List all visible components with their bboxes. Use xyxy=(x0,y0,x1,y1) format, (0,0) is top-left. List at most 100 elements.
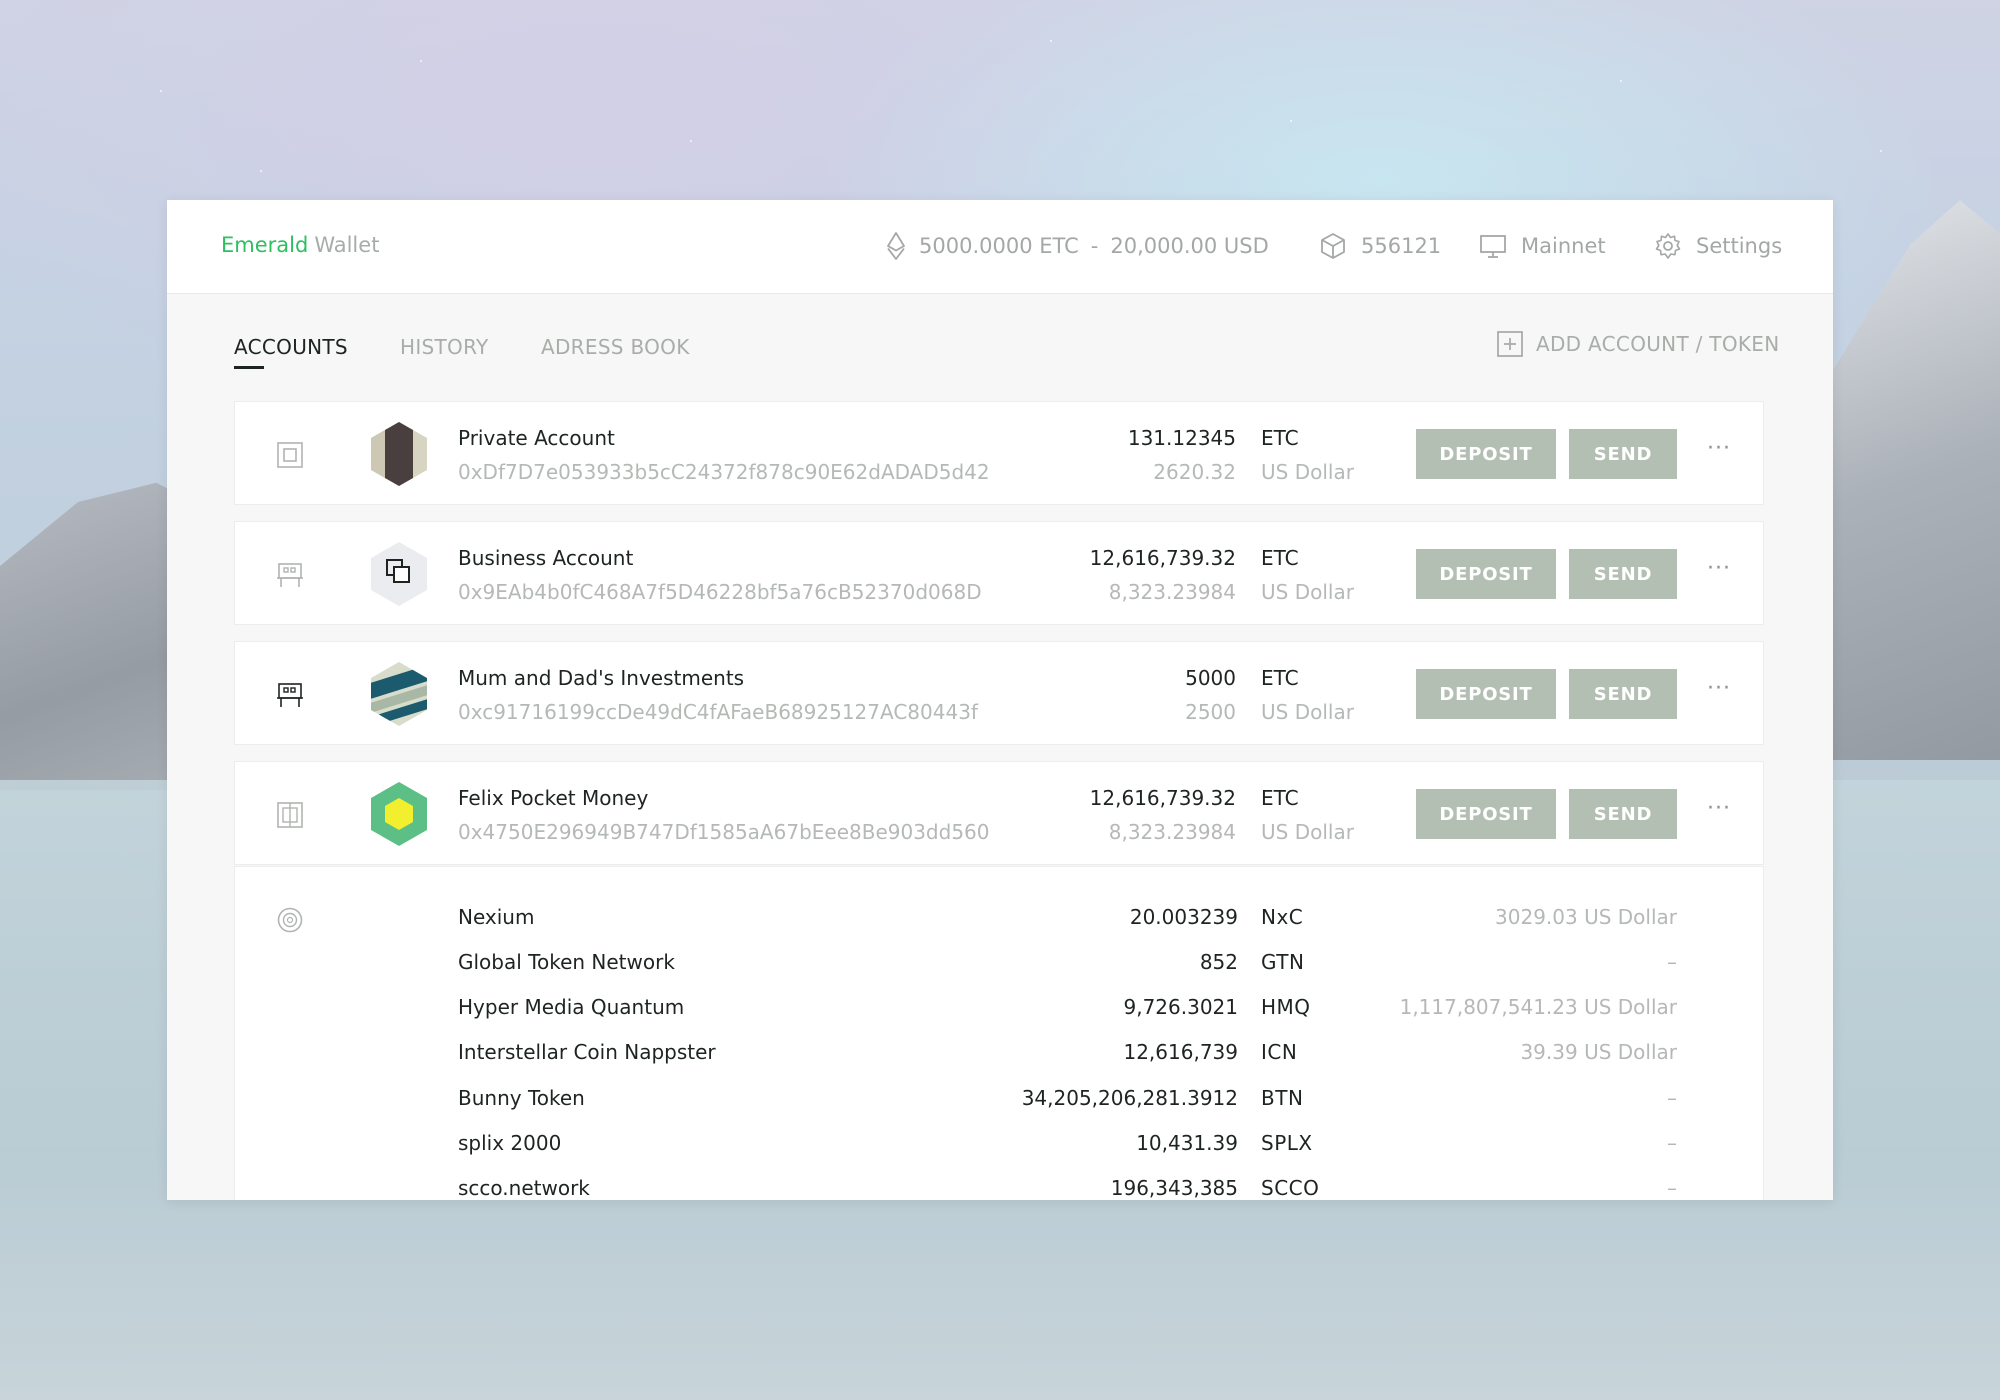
deposit-button[interactable]: DEPOSIT xyxy=(1416,549,1556,599)
token-symbol: GTN xyxy=(1261,950,1305,974)
tab-history[interactable]: HISTORY xyxy=(400,335,489,359)
account-card[interactable]: Private Account 0xDf7D7e053933b5cC24372f… xyxy=(234,401,1764,505)
more-options-icon[interactable]: ··· xyxy=(1707,796,1731,821)
token-row[interactable]: Global Token Network 852 GTN – xyxy=(235,950,1765,990)
account-fiat-value: 8,323.23984 xyxy=(1108,580,1236,604)
token-symbol: BTN xyxy=(1261,1086,1304,1110)
active-tab-indicator xyxy=(234,366,264,369)
more-options-icon[interactable]: ··· xyxy=(1707,556,1731,581)
token-amount: 9,726.3021 xyxy=(1123,995,1238,1019)
cabinet-icon xyxy=(277,802,303,828)
token-fiat-value: – xyxy=(1667,950,1677,974)
token-fiat-value: 1,117,807,541.23 US Dollar xyxy=(1399,995,1677,1019)
brand-logo[interactable]: Emerald Wallet xyxy=(221,233,379,257)
deposit-button[interactable]: DEPOSIT xyxy=(1416,429,1556,479)
account-avatar xyxy=(371,422,427,486)
token-symbol: SCCO xyxy=(1261,1176,1320,1200)
token-name: Nexium xyxy=(458,905,535,929)
background-star xyxy=(1620,80,1622,82)
token-row[interactable]: Bunny Token 34,205,206,281.3912 BTN – xyxy=(235,1086,1765,1126)
ethereum-icon xyxy=(887,232,905,260)
account-address[interactable]: 0x9EAb4b0fC468A7f5D46228bf5a76cB52370d06… xyxy=(458,580,982,604)
account-card[interactable]: Felix Pocket Money 0x4750E296949B747Df15… xyxy=(234,761,1764,865)
background-star xyxy=(690,140,692,142)
token-amount: 10,431.39 xyxy=(1136,1131,1238,1155)
account-balance: 5000 xyxy=(1185,666,1236,690)
account-fiat-value: 8,323.23984 xyxy=(1108,820,1236,844)
account-currency: ETC xyxy=(1261,426,1299,450)
token-row[interactable]: Interstellar Coin Nappster 12,616,739 IC… xyxy=(235,1040,1765,1080)
token-symbol: ICN xyxy=(1261,1040,1298,1064)
account-address[interactable]: 0xDf7D7e053933b5cC24372f878c90E62dADAD5d… xyxy=(458,460,990,484)
account-currency: ETC xyxy=(1261,786,1299,810)
account-avatar xyxy=(371,782,427,846)
token-fiat-value: – xyxy=(1667,1086,1677,1110)
account-fiat-value: 2500 xyxy=(1185,700,1236,724)
deposit-button[interactable]: DEPOSIT xyxy=(1416,789,1556,839)
account-name: Business Account xyxy=(458,546,634,570)
app-header: Emerald Wallet 5000.0000 ETC - 20,000.00 … xyxy=(167,200,1833,294)
token-row[interactable]: splix 2000 10,431.39 SPLX – xyxy=(235,1131,1765,1171)
settings-button[interactable]: Settings xyxy=(1654,230,1782,262)
token-symbol: HMQ xyxy=(1261,995,1311,1019)
header-block: 556121 xyxy=(1319,230,1441,262)
balance-etc: 5000.0000 ETC xyxy=(919,234,1079,258)
token-name: Hyper Media Quantum xyxy=(458,995,685,1019)
token-amount: 12,616,739 xyxy=(1123,1040,1238,1064)
account-card[interactable]: Mum and Dad's Investments 0xc91716199ccD… xyxy=(234,641,1764,745)
send-button[interactable]: SEND xyxy=(1569,789,1677,839)
token-amount: 34,205,206,281.3912 xyxy=(1021,1086,1238,1110)
account-name: Mum and Dad's Investments xyxy=(458,666,745,690)
monitor-icon xyxy=(1480,235,1506,258)
block-number: 556121 xyxy=(1361,234,1442,258)
send-button[interactable]: SEND xyxy=(1569,549,1677,599)
token-fiat-value: 3029.03 US Dollar xyxy=(1495,905,1677,929)
token-name: scco.network xyxy=(458,1176,590,1200)
token-row[interactable]: Hyper Media Quantum 9,726.3021 HMQ 1,117… xyxy=(235,995,1765,1035)
settings-label: Settings xyxy=(1696,234,1783,258)
account-avatar xyxy=(371,542,427,606)
account-currency: ETC xyxy=(1261,666,1299,690)
wallet-window: Emerald Wallet 5000.0000 ETC - 20,000.00 … xyxy=(167,200,1833,1200)
desk-icon xyxy=(277,563,303,587)
deposit-button[interactable]: DEPOSIT xyxy=(1416,669,1556,719)
background-star xyxy=(1290,120,1292,122)
background-star xyxy=(1050,40,1052,42)
token-row[interactable]: Nexium 20.003239 NxC 3029.03 US Dollar xyxy=(235,905,1765,945)
account-fiat-currency: US Dollar xyxy=(1261,460,1354,484)
more-options-icon[interactable]: ··· xyxy=(1707,436,1731,461)
account-card[interactable]: Business Account 0x9EAb4b0fC468A7f5D4622… xyxy=(234,521,1764,625)
desk-icon xyxy=(277,683,303,707)
token-name: Interstellar Coin Nappster xyxy=(458,1040,716,1064)
add-account-token-button[interactable]: ADD ACCOUNT / TOKEN xyxy=(1496,330,1779,358)
send-button[interactable]: SEND xyxy=(1569,669,1677,719)
token-amount: 20.003239 xyxy=(1129,905,1238,929)
token-symbol: NxC xyxy=(1261,905,1304,929)
account-currency: ETC xyxy=(1261,546,1299,570)
brand-primary: Emerald xyxy=(221,233,309,257)
balance-separator: - xyxy=(1090,234,1099,258)
tab-address-book[interactable]: ADRESS BOOK xyxy=(541,335,690,359)
plus-square-icon xyxy=(1497,331,1523,357)
token-name: splix 2000 xyxy=(458,1131,562,1155)
header-network[interactable]: Mainnet xyxy=(1479,230,1606,262)
brand-secondary: Wallet xyxy=(314,233,380,257)
account-name: Private Account xyxy=(458,426,615,450)
token-name: Bunny Token xyxy=(458,1086,585,1110)
token-row[interactable]: scco.network 196,343,385 SCCO – xyxy=(235,1176,1765,1200)
token-amount: 852 xyxy=(1199,950,1238,974)
account-balance: 12,616,739.32 xyxy=(1089,546,1236,570)
token-fiat-value: – xyxy=(1667,1131,1677,1155)
send-button[interactable]: SEND xyxy=(1569,429,1677,479)
account-fiat-currency: US Dollar xyxy=(1261,700,1354,724)
token-amount: 196,343,385 xyxy=(1110,1176,1238,1200)
account-balance: 12,616,739.32 xyxy=(1089,786,1236,810)
more-options-icon[interactable]: ··· xyxy=(1707,676,1731,701)
account-address[interactable]: 0x4750E296949B747Df1585aA67bEee8Be903dd5… xyxy=(458,820,990,844)
gear-icon xyxy=(1655,233,1681,259)
tab-accounts[interactable]: ACCOUNTS xyxy=(234,335,348,359)
header-balance: 5000.0000 ETC - 20,000.00 USD xyxy=(887,230,1269,262)
background-star xyxy=(420,60,422,62)
account-address[interactable]: 0xc91716199ccDe49dC4fAFaeB68925127AC8044… xyxy=(458,700,978,724)
add-account-label: ADD ACCOUNT / TOKEN xyxy=(1536,332,1780,356)
